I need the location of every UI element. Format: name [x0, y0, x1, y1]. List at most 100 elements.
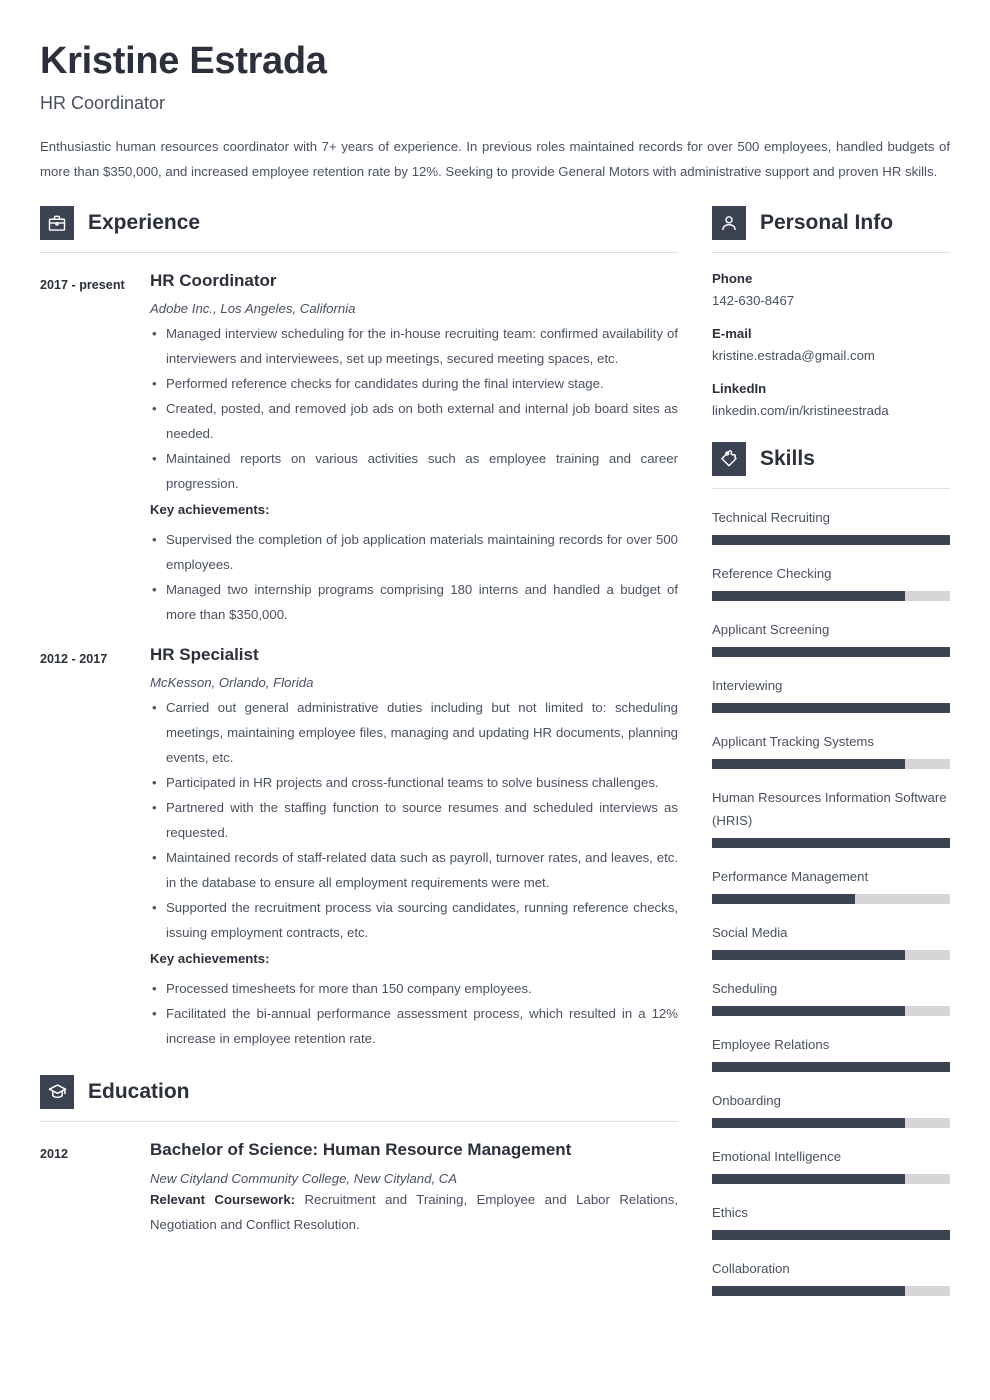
skill-bar-track [712, 1061, 950, 1072]
entry-body: HR Coordinator Adobe Inc., Los Angeles, … [150, 271, 678, 627]
list-item: Processed timesheets for more than 150 c… [150, 976, 678, 1001]
skill-name: Ethics [712, 1204, 748, 1220]
skill-bar-track [712, 1005, 950, 1016]
skill-bar-fill [712, 646, 950, 657]
experience-section-title: Experience [88, 210, 201, 234]
entry-organization: McKesson, Orlando, Florida [150, 675, 314, 691]
skill-item: Onboarding [712, 1089, 950, 1128]
key-achievements-label: Key achievements: [150, 951, 270, 967]
skill-item: Applicant Screening [712, 618, 950, 657]
skill-name: Interviewing [712, 677, 783, 693]
info-field: LinkedIn linkedin.com/in/kristineestrada [712, 381, 950, 418]
section-divider [712, 487, 950, 489]
list-item: Supported the recruitment process via so… [150, 895, 678, 945]
education-section-title: Education [88, 1080, 190, 1104]
email-label: E-mail [712, 325, 752, 341]
degree-title: Bachelor of Science: Human Resource Mana… [150, 1140, 572, 1160]
section-divider [40, 251, 678, 253]
skill-name: Performance Management [712, 868, 869, 884]
skill-bar-fill [712, 893, 855, 904]
school-name: New Cityland Community College, New City… [150, 1170, 458, 1186]
list-item: Performed reference checks for candidate… [150, 371, 678, 396]
education-entry: 2012 Bachelor of Science: Human Resource… [40, 1140, 678, 1236]
entry-date: 2012 [40, 1147, 69, 1162]
skill-bar-fill [712, 758, 905, 769]
job-title-subtitle: HR Coordinator [40, 92, 166, 113]
skill-bar-track [712, 646, 950, 657]
skill-item: Social Media [712, 921, 950, 960]
skill-bar-fill [712, 837, 950, 848]
graduation-cap-icon [40, 1075, 74, 1110]
section-divider [712, 251, 950, 253]
skill-bar-fill [712, 1061, 950, 1072]
personal-info-section-title: Personal Info [760, 210, 894, 234]
puzzle-piece-icon [712, 441, 746, 476]
briefcase-icon [40, 205, 74, 240]
entry-role: HR Coordinator [150, 270, 277, 290]
skill-bar-track [712, 1173, 950, 1184]
skill-bar-fill [712, 590, 905, 601]
skills-section-header: Skills [712, 441, 950, 476]
skill-name: Human Resources Information Software (HR… [712, 789, 947, 828]
skill-item: Applicant Tracking Systems [712, 730, 950, 769]
list-item: Maintained reports on various activities… [150, 446, 678, 496]
phone-label: Phone [712, 270, 753, 286]
entry-organization: Adobe Inc., Los Angeles, California [150, 301, 356, 317]
skill-bar-track [712, 1117, 950, 1128]
skill-name: Emotional Intelligence [712, 1148, 842, 1164]
skill-item: Scheduling [712, 977, 950, 1016]
skill-bar-fill [712, 1005, 905, 1016]
skills-list: Technical Recruiting Reference Checking … [712, 506, 950, 1296]
education-section-header: Education [40, 1075, 678, 1110]
email-value[interactable]: kristine.estrada@gmail.com [712, 348, 950, 363]
section-divider [40, 1121, 678, 1123]
professional-summary: Enthusiastic human resources coordinator… [40, 138, 950, 179]
skill-item: Collaboration [712, 1257, 950, 1296]
skill-bar-fill [712, 534, 950, 545]
list-item: Maintained records of staff-related data… [150, 845, 678, 895]
page-title: Kristine Estrada [40, 40, 327, 82]
entry-achievement-list: Processed timesheets for more than 150 c… [150, 976, 678, 1051]
list-item: Managed interview scheduling for the in-… [150, 321, 678, 371]
resume-header: Kristine Estrada HR Coordinator Enthusia… [40, 40, 950, 184]
main-column: Experience 2017 - present HR Coordinator… [40, 205, 678, 1296]
entry-body: Bachelor of Science: Human Resource Mana… [150, 1140, 678, 1236]
skill-name: Scheduling [712, 980, 778, 996]
skills-section: Skills Technical Recruiting Reference Ch… [712, 441, 950, 1296]
skill-bar-track [712, 893, 950, 904]
entry-achievement-list: Supervised the completion of job applica… [150, 527, 678, 627]
list-item: Partnered with the staffing function to … [150, 795, 678, 845]
skill-name: Technical Recruiting [712, 509, 831, 525]
list-item: Managed two internship programs comprisi… [150, 577, 678, 627]
key-achievements-label: Key achievements: [150, 502, 270, 518]
skill-bar-track [712, 534, 950, 545]
skill-item: Emotional Intelligence [712, 1145, 950, 1184]
entry-bullet-list: Managed interview scheduling for the in-… [150, 321, 678, 496]
sidebar-column: Personal Info Phone 142-630-8467 E-mail … [712, 205, 950, 1296]
skill-name: Applicant Screening [712, 621, 830, 637]
skill-bar-track [712, 1229, 950, 1240]
linkedin-value[interactable]: linkedin.com/in/kristineestrada [712, 403, 950, 418]
skill-item: Interviewing [712, 674, 950, 713]
skill-bar-fill [712, 702, 950, 713]
skills-section-title: Skills [760, 446, 815, 470]
skill-item: Reference Checking [712, 562, 950, 601]
skill-name: Social Media [712, 924, 788, 940]
coursework-label: Relevant Coursework: [150, 1191, 296, 1207]
entry-date: 2017 - present [40, 277, 125, 292]
body-columns: Experience 2017 - present HR Coordinator… [40, 205, 950, 1296]
skill-name: Reference Checking [712, 565, 832, 581]
skill-item: Employee Relations [712, 1033, 950, 1072]
skill-bar-track [712, 1285, 950, 1296]
skill-name: Applicant Tracking Systems [712, 733, 874, 749]
personal-info-section: Personal Info Phone 142-630-8467 E-mail … [712, 205, 950, 418]
entry-body: HR Specialist McKesson, Orlando, Florida… [150, 645, 678, 1051]
skill-bar-fill [712, 1229, 950, 1240]
list-item: Created, posted, and removed job ads on … [150, 396, 678, 446]
skill-bar-fill [712, 1285, 905, 1296]
info-field: E-mail kristine.estrada@gmail.com [712, 326, 950, 363]
list-item: Carried out general administrative dutie… [150, 695, 678, 770]
skill-bar-track [712, 702, 950, 713]
list-item: Facilitated the bi-annual performance as… [150, 1001, 678, 1051]
experience-entry: 2017 - present HR Coordinator Adobe Inc.… [40, 271, 678, 627]
